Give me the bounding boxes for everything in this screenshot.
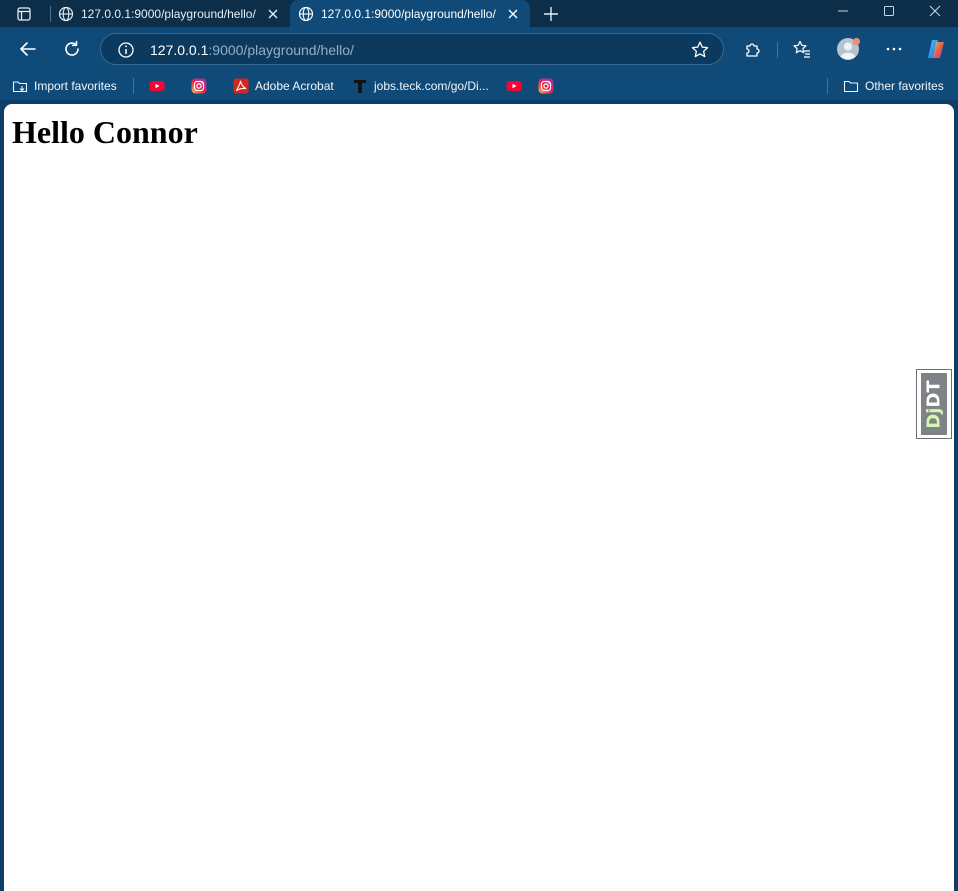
- favorite-jobs-teck[interactable]: jobs.teck.com/go/Di...: [352, 78, 489, 94]
- djdt-label: DjDT: [924, 380, 945, 428]
- close-icon[interactable]: [506, 7, 520, 21]
- favorites-divider: [827, 78, 828, 94]
- import-favorites-label: Import favorites: [34, 79, 117, 93]
- tab-actions-icon: [17, 6, 31, 21]
- tab-title: 127.0.0.1:9000/playground/hello/: [321, 6, 496, 21]
- page-heading: Hello Connor: [12, 114, 198, 150]
- favorite-instagram-2[interactable]: [538, 78, 554, 94]
- adobe-acrobat-label: Adobe Acrobat: [255, 79, 334, 93]
- import-folder-icon: [12, 81, 28, 93]
- djdt-label-dj: Dj: [923, 407, 945, 429]
- import-favorites-item[interactable]: Import favorites: [12, 78, 117, 94]
- settings-more-button[interactable]: [882, 37, 906, 61]
- avatar-icon: [837, 37, 861, 60]
- djdt-logo: DjDT: [921, 373, 947, 435]
- jobs-teck-label: jobs.teck.com/go/Di...: [374, 79, 489, 93]
- favorite-instagram-1[interactable]: [191, 78, 207, 94]
- folder-icon: [843, 80, 859, 93]
- back-button[interactable]: [16, 37, 40, 61]
- star-icon[interactable]: [690, 40, 710, 60]
- puzzle-icon: [746, 43, 760, 57]
- teck-t-icon: [354, 80, 366, 93]
- adobe-acrobat-icon: [233, 78, 249, 94]
- navigation-toolbar: 127.0.0.1:9000/playground/hello/: [0, 27, 958, 72]
- favorites-button[interactable]: [790, 37, 814, 61]
- tab-title: 127.0.0.1:9000/playground/hello/: [81, 6, 256, 21]
- close-icon: [929, 5, 941, 17]
- tab-active[interactable]: 127.0.0.1:9000/playground/hello/: [290, 0, 530, 27]
- globe-icon: [298, 6, 314, 21]
- favorites-divider: [133, 78, 134, 94]
- window-close-button[interactable]: [925, 3, 945, 19]
- youtube-icon: [506, 81, 522, 91]
- djdt-label-dt: DT: [923, 379, 945, 408]
- instagram-icon: [538, 78, 554, 94]
- close-icon[interactable]: [266, 7, 280, 21]
- more-dots-icon: [886, 47, 902, 51]
- page-viewport: Hello Connor DjDT: [4, 104, 954, 891]
- refresh-icon: [65, 40, 79, 56]
- url-host: 127.0.0.1: [150, 42, 209, 58]
- tab-strip: 127.0.0.1:9000/playground/hello/ 127.0.0…: [0, 0, 958, 27]
- favorite-youtube-1[interactable]: [149, 78, 165, 94]
- other-favorites-label: Other favorites: [865, 79, 944, 93]
- instagram-icon: [191, 78, 207, 94]
- url-path: :9000/playground/hello/: [208, 42, 354, 58]
- maximize-button[interactable]: [879, 3, 899, 19]
- url-text[interactable]: 127.0.0.1:9000/playground/hello/: [150, 42, 354, 58]
- youtube-icon: [149, 81, 165, 91]
- maximize-icon: [884, 6, 894, 16]
- other-favorites-folder[interactable]: Other favorites: [843, 78, 944, 94]
- favorite-youtube-2[interactable]: [506, 78, 522, 94]
- tab-inactive[interactable]: 127.0.0.1:9000/playground/hello/: [50, 0, 290, 27]
- favorite-adobe-acrobat[interactable]: Adobe Acrobat: [233, 78, 334, 94]
- favorites-bar: Import favorites Adobe Acrobat jobs.teck…: [0, 72, 958, 100]
- address-bar[interactable]: 127.0.0.1:9000/playground/hello/: [100, 33, 724, 65]
- copilot-button[interactable]: [924, 37, 948, 61]
- new-tab-plus-icon[interactable]: [542, 5, 560, 23]
- minimize-button[interactable]: [833, 3, 853, 19]
- minimize-icon: [838, 10, 848, 12]
- globe-icon: [58, 6, 74, 21]
- refresh-button[interactable]: [60, 37, 84, 61]
- favorites-star-list-icon: [793, 40, 810, 58]
- info-icon[interactable]: [117, 41, 135, 59]
- django-debug-toolbar-handle[interactable]: DjDT: [916, 369, 952, 439]
- tab-actions-button[interactable]: [12, 5, 36, 22]
- arrow-left-icon: [20, 42, 36, 56]
- profile-button[interactable]: [836, 36, 862, 62]
- extensions-button[interactable]: [741, 37, 765, 61]
- toolbar-divider: [777, 42, 778, 58]
- copilot-icon: [928, 40, 944, 58]
